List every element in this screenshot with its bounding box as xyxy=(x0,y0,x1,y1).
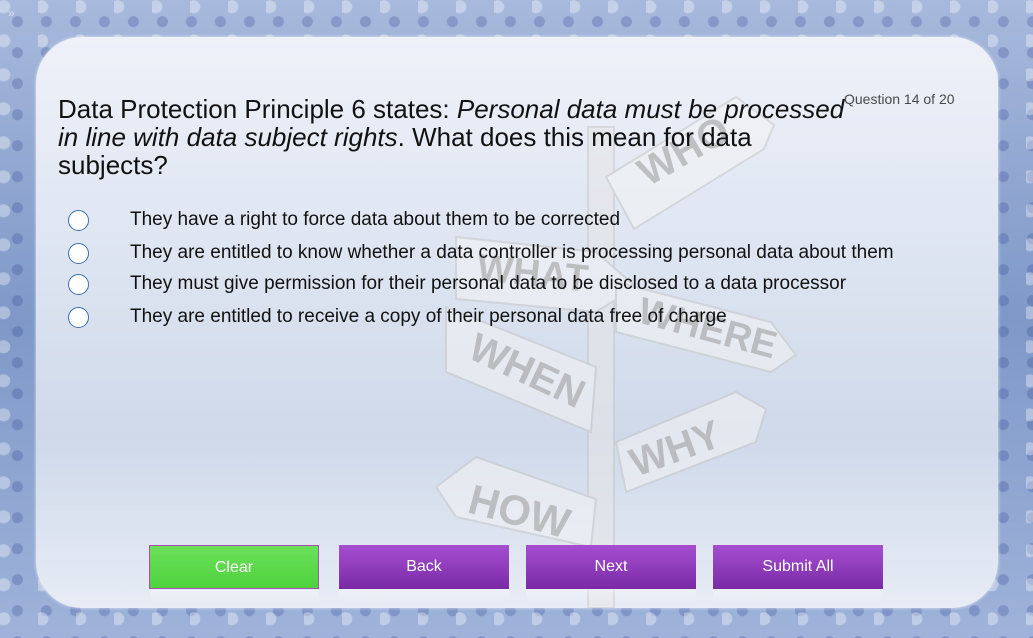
radio-button[interactable] xyxy=(68,306,89,328)
radio-button[interactable] xyxy=(68,273,89,295)
answer-label: They must give permission for their pers… xyxy=(130,273,847,294)
question-counter: Question 14 of 20 xyxy=(844,91,955,107)
next-button[interactable]: Next xyxy=(526,545,696,603)
answer-label: They have a right to force data about th… xyxy=(130,209,621,230)
question-text: Data Protection Principle 6 states: Pers… xyxy=(58,95,858,179)
expand-sidebar-icon[interactable]: » xyxy=(8,6,15,20)
question-card: WHO WHAT WHERE WHEN WHY HOW Question 14 … xyxy=(36,37,998,608)
answer-label: They are entitled to receive a copy of t… xyxy=(130,306,727,327)
answer-option[interactable]: They are entitled to know whether a data… xyxy=(68,240,998,266)
answer-label: They are entitled to know whether a data… xyxy=(130,242,894,263)
back-button[interactable]: Back xyxy=(339,545,509,603)
radio-button[interactable] xyxy=(68,242,89,264)
clear-button[interactable]: Clear xyxy=(149,545,319,604)
submit-all-button[interactable]: Submit All xyxy=(713,545,883,603)
answer-option[interactable]: They are entitled to receive a copy of t… xyxy=(68,304,998,330)
answer-option[interactable]: They must give permission for their pers… xyxy=(68,271,998,297)
question-prefix: Data Protection Principle 6 states: xyxy=(58,94,457,124)
answer-option[interactable]: They have a right to force data about th… xyxy=(68,207,998,233)
radio-button[interactable] xyxy=(68,209,89,231)
